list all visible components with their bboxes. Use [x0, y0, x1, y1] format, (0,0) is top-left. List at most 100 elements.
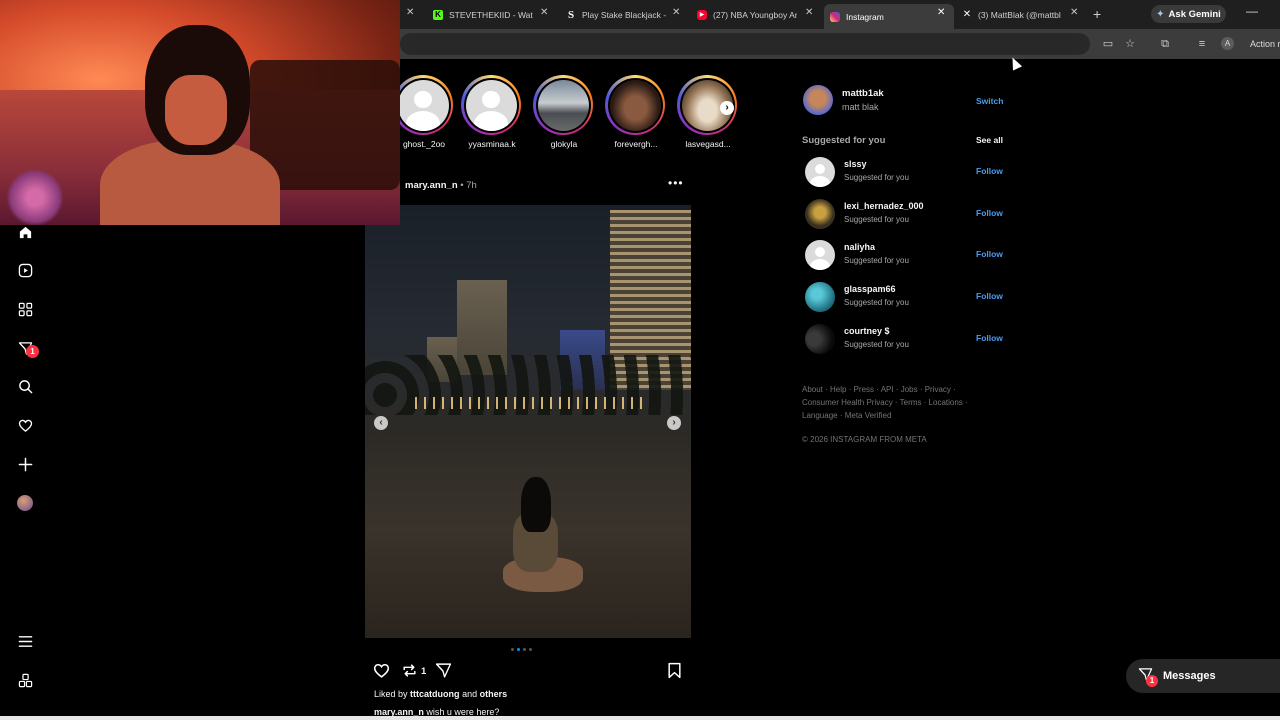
- tab-youtube[interactable]: ▶ (27) NBA Youngboy Ar: [697, 4, 797, 25]
- like-heart-icon[interactable]: [373, 662, 390, 682]
- suggestion-row: slssy Suggested for you Follow: [805, 157, 1005, 189]
- post-time: 7h: [466, 180, 477, 191]
- suggestion-subtitle: Suggested for you: [844, 298, 909, 307]
- city-lights: [415, 397, 645, 409]
- extensions-icon[interactable]: ⧉: [1158, 37, 1172, 51]
- webcam-overlay: [0, 0, 400, 225]
- post-header: mary.ann_n • 7h: [405, 180, 477, 191]
- notification-badge: 1: [26, 345, 39, 358]
- profile-avatar[interactable]: A: [1221, 37, 1234, 50]
- story-item[interactable]: glokyla: [533, 75, 595, 149]
- close-icon[interactable]: ✕: [406, 8, 414, 18]
- footer-line[interactable]: About · Help · Press · API · Jobs · Priv…: [802, 383, 982, 396]
- close-icon[interactable]: ✕: [672, 8, 680, 18]
- current-username[interactable]: mattb1ak: [842, 88, 884, 99]
- suggestion-avatar[interactable]: [805, 157, 835, 187]
- stories-next-chevron-icon[interactable]: ›: [720, 101, 734, 115]
- carousel-dot: [523, 648, 526, 651]
- follow-button[interactable]: Follow: [976, 208, 1003, 218]
- repost-icon[interactable]: [401, 662, 418, 682]
- current-user-avatar[interactable]: [803, 85, 833, 115]
- also-from-meta-icon[interactable]: [17, 672, 33, 688]
- url-omnibox[interactable]: [400, 33, 1090, 55]
- x-icon: ✕: [962, 9, 972, 20]
- suggestion-subtitle: Suggested for you: [844, 215, 909, 224]
- search-icon[interactable]: [17, 378, 33, 394]
- messages-label: Messages: [1163, 670, 1216, 682]
- tab-title: Play Stake Blackjack - F: [582, 9, 666, 20]
- story-item[interactable]: forevergh...: [605, 75, 667, 149]
- liked-by-user[interactable]: tttcatduong: [410, 689, 460, 699]
- post-separator: •: [460, 180, 464, 191]
- new-tab-button[interactable]: +: [1093, 6, 1101, 22]
- tab-kick[interactable]: K STEVETHEKIID - Watch: [433, 4, 533, 25]
- suggestion-username[interactable]: slssy: [844, 159, 867, 169]
- follow-button[interactable]: Follow: [976, 249, 1003, 259]
- profile-avatar-nav[interactable]: [17, 495, 33, 511]
- cast-icon[interactable]: ▭: [1101, 37, 1115, 51]
- suggestion-row: courtney $ Suggested for you Follow: [805, 324, 1005, 356]
- home-icon[interactable]: [17, 224, 33, 240]
- follow-button[interactable]: Follow: [976, 291, 1003, 301]
- explore-grid-icon[interactable]: [17, 301, 33, 317]
- switch-account-button[interactable]: Switch: [976, 96, 1003, 106]
- posing-person: [503, 477, 583, 602]
- suggestion-username[interactable]: lexi_hernadez_000: [844, 201, 924, 211]
- story-item[interactable]: ghost._2oo: [393, 75, 455, 149]
- liked-by-and: and: [462, 689, 478, 699]
- reels-icon[interactable]: [17, 262, 33, 278]
- suggestion-avatar[interactable]: [805, 240, 835, 270]
- suggestion-username[interactable]: glasspam66: [844, 284, 896, 294]
- more-options-icon[interactable]: •••: [668, 176, 684, 190]
- tab-title: (27) NBA Youngboy Ar: [713, 9, 797, 20]
- save-bookmark-icon[interactable]: [667, 662, 682, 682]
- footer-line[interactable]: Consumer Health Privacy · Terms · Locati…: [802, 396, 982, 409]
- suggestion-subtitle: Suggested for you: [844, 173, 909, 182]
- messages-button[interactable]: 1 Messages: [1126, 659, 1280, 693]
- suggestion-avatar[interactable]: [805, 199, 835, 229]
- follow-button[interactable]: Follow: [976, 166, 1003, 176]
- liked-by-others[interactable]: others: [480, 689, 508, 699]
- post-username[interactable]: mary.ann_n: [405, 180, 458, 191]
- carousel-dot: [511, 648, 514, 651]
- see-all-button[interactable]: See all: [976, 135, 1003, 145]
- tab-stake[interactable]: S Play Stake Blackjack - F: [566, 4, 666, 25]
- tab-title: (3) MattBlak (@mattbl: [978, 9, 1061, 20]
- close-icon[interactable]: ✕: [805, 8, 813, 18]
- share-send-icon[interactable]: [435, 662, 452, 682]
- liked-by-text: Liked by tttcatduong and others: [374, 689, 507, 699]
- suggestion-subtitle: Suggested for you: [844, 340, 909, 349]
- story-item[interactable]: yyasminaa.k: [461, 75, 523, 149]
- suggestion-row: lexi_hernadez_000 Suggested for you Foll…: [805, 199, 1005, 231]
- ask-gemini-button[interactable]: ✦ Ask Gemini: [1151, 5, 1226, 23]
- carousel-dot-active: [517, 648, 520, 651]
- hamburger-menu-icon[interactable]: [17, 633, 33, 649]
- tab-x[interactable]: ✕ (3) MattBlak (@mattbl: [962, 4, 1062, 25]
- carousel-dots: [511, 648, 532, 651]
- taskbar-edge: [0, 716, 1280, 720]
- close-icon[interactable]: ✕: [937, 8, 945, 18]
- suggestion-username[interactable]: naliyha: [844, 242, 875, 252]
- carousel-next-icon[interactable]: ›: [667, 416, 681, 430]
- media-controls-icon[interactable]: ≡: [1195, 37, 1209, 51]
- post-image[interactable]: [365, 205, 691, 638]
- bookmark-star-icon[interactable]: ☆: [1123, 37, 1137, 51]
- story-avatar: [465, 79, 517, 131]
- footer-line[interactable]: Language · Meta Verified: [802, 409, 982, 422]
- close-icon[interactable]: ✕: [540, 8, 548, 18]
- suggestion-username[interactable]: courtney $: [844, 326, 890, 336]
- story-username: ghost._2oo: [402, 139, 446, 149]
- heart-icon[interactable]: [17, 417, 33, 433]
- suggestion-row: glasspam66 Suggested for you Follow: [805, 282, 1005, 314]
- action-label[interactable]: Action r: [1250, 39, 1280, 49]
- follow-button[interactable]: Follow: [976, 333, 1003, 343]
- suggested-title: Suggested for you: [802, 135, 886, 146]
- tab-instagram[interactable]: Instagram: [824, 4, 954, 29]
- close-icon[interactable]: ✕: [1070, 8, 1078, 18]
- create-plus-icon[interactable]: [17, 456, 33, 472]
- liked-by-prefix: Liked by: [374, 689, 408, 699]
- suggestion-avatar[interactable]: [805, 282, 835, 312]
- carousel-prev-icon[interactable]: ‹: [374, 416, 388, 430]
- minimize-button[interactable]: —: [1246, 4, 1258, 18]
- suggestion-avatar[interactable]: [805, 324, 835, 354]
